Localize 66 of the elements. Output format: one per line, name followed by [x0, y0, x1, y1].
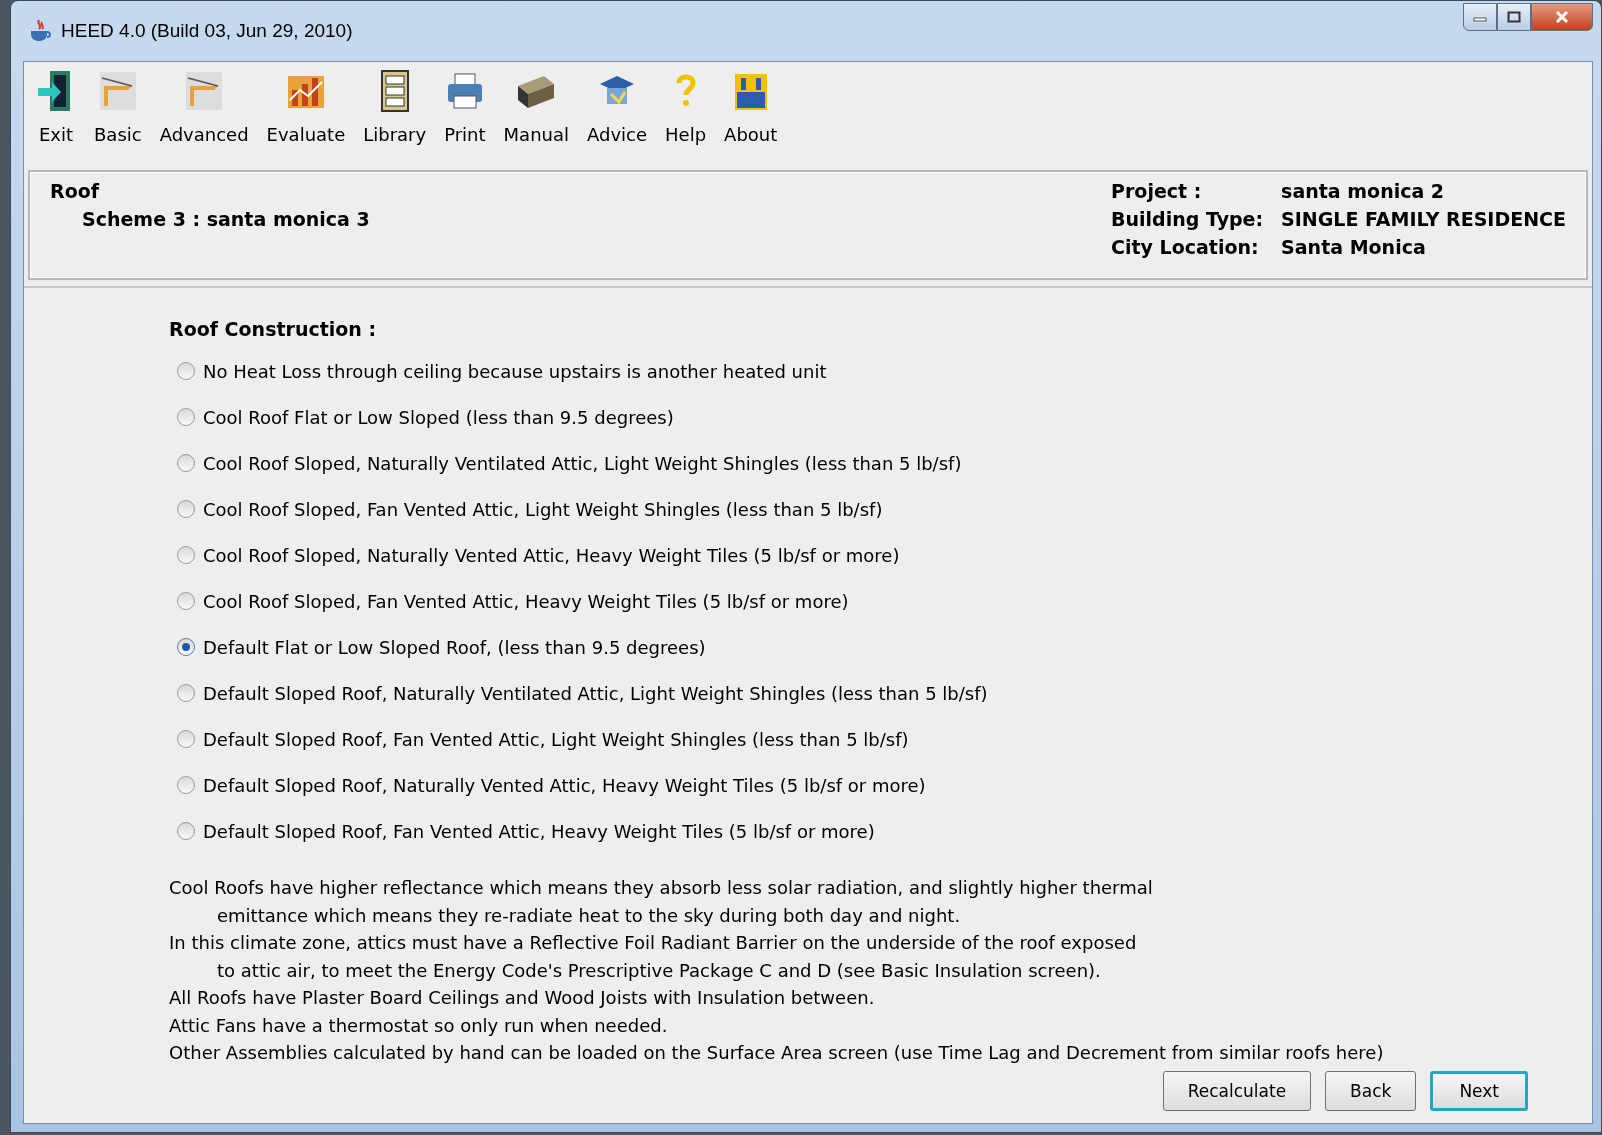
toolbar-button[interactable]: Help [661, 68, 711, 164]
radio-button[interactable] [177, 546, 195, 564]
radio-option[interactable]: Default Sloped Roof, Fan Vented Attic, Heavy Weight Tiles (5 lb/sf or more) [169, 808, 875, 854]
option-label: Cool Roof Flat or Low Sloped (less than 9.5 degrees) [203, 406, 674, 428]
radio-button[interactable] [177, 500, 195, 518]
toolbar-button[interactable]: Exit [32, 68, 80, 164]
toolbar-button[interactable]: Print [440, 68, 490, 164]
radio-button[interactable] [177, 684, 195, 702]
close-button[interactable] [1531, 3, 1593, 31]
note-text: Other Assemblies calculated by hand can be loaded on the Surface Area screen (use Time Lag and Decrement from similar roofs here) [169, 1041, 1385, 1065]
option-label: Cool Roof Sloped, Fan Vented Attic, Heavy Weight Tiles (5 lb/sf or more) [203, 590, 849, 612]
radio-option[interactable]: Default Flat or Low Sloped Roof, (less than 9.5 degrees) [169, 624, 706, 670]
info-value: Santa Monica [1281, 236, 1427, 258]
maximize-icon [1507, 11, 1521, 23]
toolbar-button[interactable]: Evaluate [262, 68, 350, 164]
radio-button[interactable] [177, 730, 195, 748]
radio-option[interactable]: Default Sloped Roof, Fan Vented Attic, Light Weight Shingles (less than 5 lb/sf) [169, 716, 909, 762]
toolbar-button[interactable]: Library [359, 68, 431, 164]
toolbar-button[interactable]: Advanced [155, 68, 253, 164]
radio-option[interactable]: Cool Roof Sloped, Fan Vented Attic, Heavy Weight Tiles (5 lb/sf or more) [169, 578, 849, 624]
radio-button[interactable] [177, 454, 195, 472]
radio-button[interactable] [177, 362, 195, 380]
radio-option[interactable]: Cool Roof Sloped, Naturally Vented Attic, Heavy Weight Tiles (5 lb/sf or more) [169, 532, 900, 578]
close-icon [1554, 10, 1570, 24]
option-label: Default Sloped Roof, Naturally Vented Attic, Heavy Weight Tiles (5 lb/sf or more) [203, 774, 926, 796]
radio-button[interactable] [177, 776, 195, 794]
section-heading: Roof Construction : [169, 318, 378, 340]
info-label: Building Type: [1111, 208, 1264, 230]
maximize-button[interactable] [1497, 3, 1531, 31]
toolbar-button[interactable]: Advice [583, 68, 652, 164]
option-label: Default Sloped Roof, Naturally Ventilated Attic, Light Weight Shingles (less than 5 lb/sf) [203, 682, 988, 704]
option-label: Cool Roof Sloped, Naturally Ventilated Attic, Light Weight Shingles (less than 5 lb/sf) [203, 452, 962, 474]
radio-button[interactable] [177, 822, 195, 840]
option-label: No Heat Loss through ceiling because upstairs is another heated unit [203, 360, 827, 382]
option-label: Cool Roof Sloped, Fan Vented Attic, Light Weight Shingles (less than 5 lb/sf) [203, 498, 883, 520]
action-button[interactable]: Next [1430, 1070, 1528, 1111]
note-text: Attic Fans have a thermostat so only run when needed. [169, 1013, 669, 1038]
action-button[interactable]: Recalculate [1162, 1070, 1312, 1111]
radio-option[interactable]: Cool Roof Flat or Low Sloped (less than 9.5 degrees) [169, 394, 674, 440]
toolbar-button[interactable]: Basic [90, 68, 146, 164]
info-label: Project : [1111, 180, 1203, 202]
toolbar-button[interactable]: Manual [499, 68, 573, 164]
radio-option[interactable]: Default Sloped Roof, Naturally Vented Attic, Heavy Weight Tiles (5 lb/sf or more) [169, 762, 926, 808]
radio-button[interactable] [177, 408, 195, 426]
note-text: All Roofs have Plaster Board Ceilings and Wood Joists with Insulation between. [169, 986, 876, 1010]
toolbar-button[interactable]: About [720, 68, 782, 164]
radio-button[interactable] [177, 592, 195, 610]
minimize-button[interactable] [1463, 3, 1497, 31]
action-button[interactable]: Back [1325, 1070, 1417, 1111]
radio-option[interactable]: Cool Roof Sloped, Fan Vented Attic, Light Weight Shingles (less than 5 lb/sf) [169, 486, 883, 532]
option-label: Default Flat or Low Sloped Roof, (less than 9.5 degrees) [203, 636, 706, 658]
info-label: City Location: [1111, 236, 1260, 258]
radio-option[interactable]: No Heat Loss through ceiling because upstairs is another heated unit [169, 348, 827, 394]
section-title: Roof [50, 180, 101, 202]
note-text: Cool Roofs have higher reflectance which means they absorb less solar radiation, and slightly higher thermal emittance which means they re-radiate heat to the sky during both day and night. [169, 876, 1154, 928]
option-label: Default Sloped Roof, Fan Vented Attic, Light Weight Shingles (less than 5 lb/sf) [203, 728, 909, 750]
info-value: santa monica 2 [1281, 180, 1446, 202]
option-label: Cool Roof Sloped, Naturally Vented Attic, Heavy Weight Tiles (5 lb/sf or more) [203, 544, 900, 566]
scheme-name: Scheme 3 : santa monica 3 [81, 208, 370, 230]
option-label: Default Sloped Roof, Fan Vented Attic, Heavy Weight Tiles (5 lb/sf or more) [203, 820, 875, 842]
window-title: HEED 4.0 (Build 03, Jun 29, 2010) [61, 20, 353, 42]
info-value: SINGLE FAMILY RESIDENCE [1281, 208, 1566, 230]
radio-option[interactable]: Default Sloped Roof, Naturally Ventilated Attic, Light Weight Shingles (less than 5 lb/sf) [169, 670, 988, 716]
note-text: In this climate zone, attics must have a Reflective Foil Radiant Barrier on the underside of the roof exposed to attic air, to meet the Energy Code's Prescriptive Package C and D (see Basic Insulation screen). [169, 931, 1138, 983]
radio-option[interactable]: Cool Roof Sloped, Naturally Ventilated Attic, Light Weight Shingles (less than 5 lb/sf) [169, 440, 962, 486]
radio-button[interactable] [177, 638, 195, 656]
